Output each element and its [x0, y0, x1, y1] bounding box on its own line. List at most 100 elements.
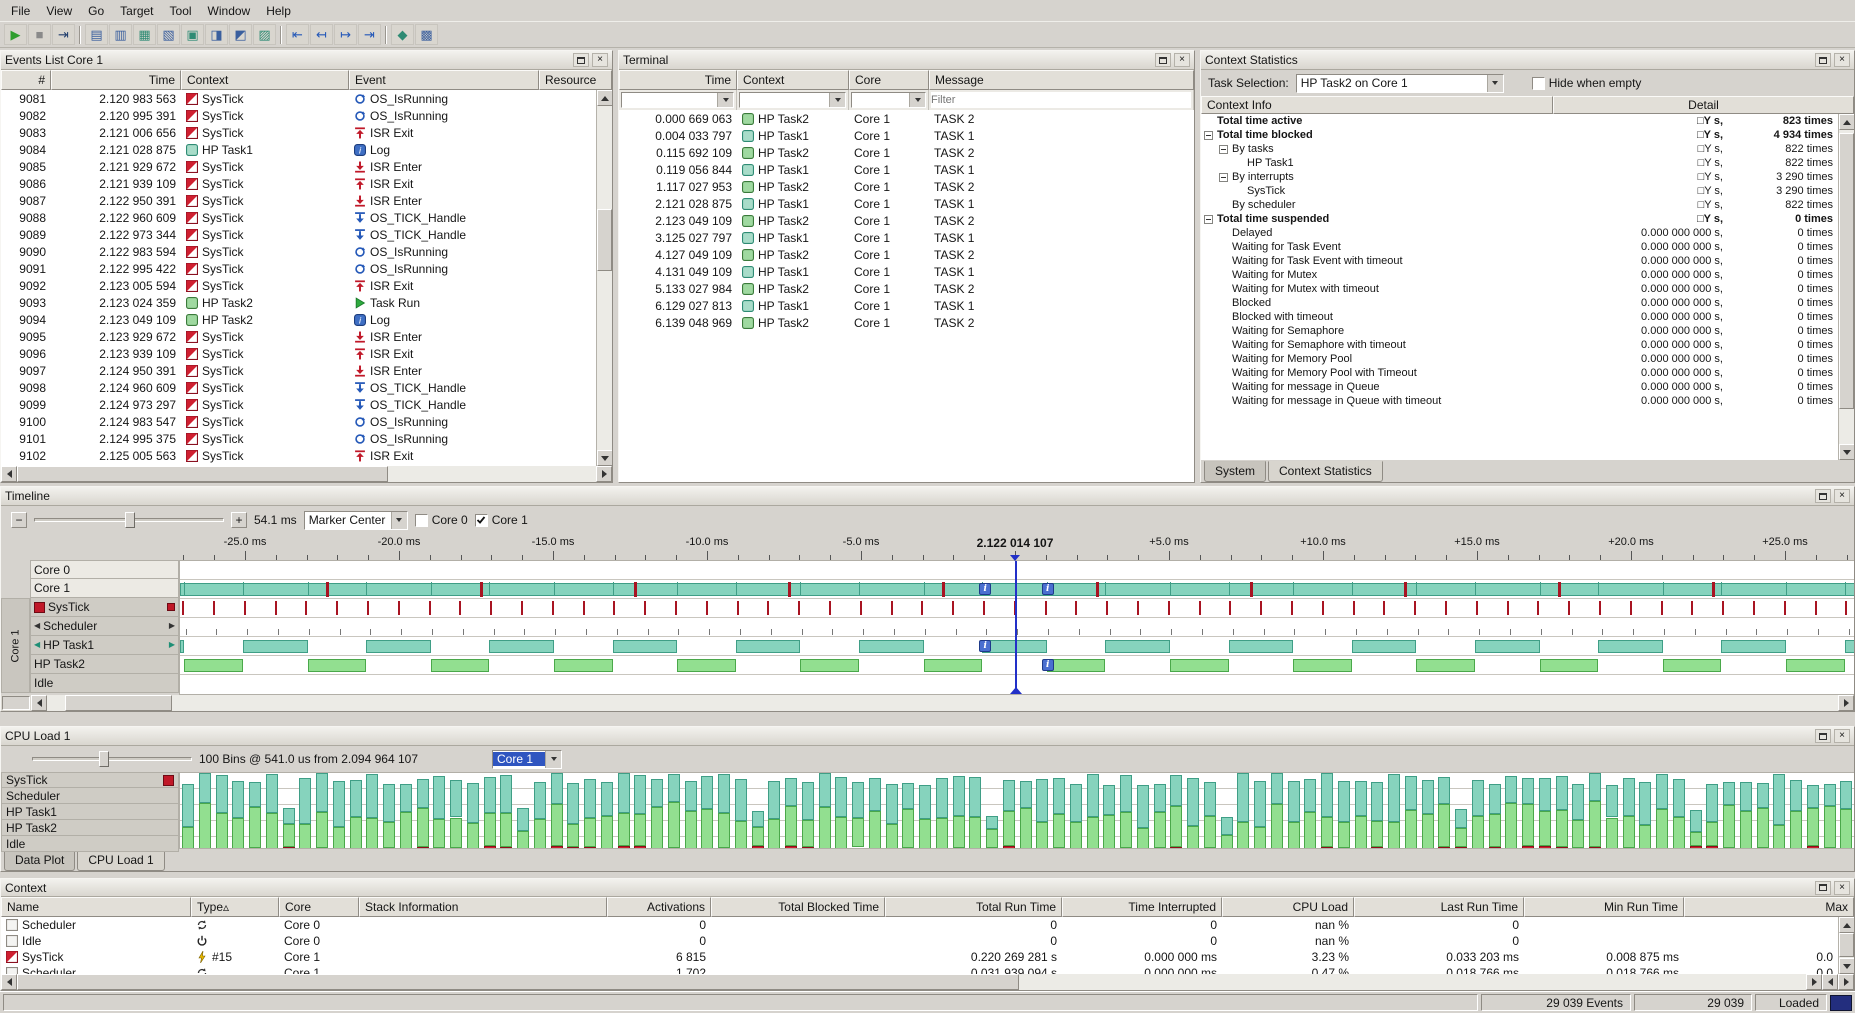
event-row[interactable]: 90902.122 983 594SysTickOS_IsRunning — [1, 243, 596, 260]
log-marker-icon[interactable]: i — [979, 583, 991, 595]
stats-row[interactable]: By scheduler□Y s,822 times — [1201, 198, 1838, 212]
context-col-total-blocked-time[interactable]: Total Blocked Time — [711, 897, 885, 917]
terminal-row[interactable]: 2.123 049 109HP Task2Core 1TASK 2 — [619, 212, 1194, 229]
collapse-icon[interactable] — [1219, 145, 1228, 154]
toolbar-stop-button[interactable]: ■ — [28, 24, 51, 45]
chevron-down-icon[interactable] — [717, 93, 733, 107]
scroll-track[interactable] — [47, 695, 1838, 711]
scroll-track[interactable] — [1839, 130, 1854, 444]
log-marker-icon[interactable]: i — [1042, 583, 1054, 595]
scroll-thumb[interactable] — [1839, 933, 1854, 957]
toolbar-doc-watch-button[interactable]: ▥ — [109, 24, 132, 45]
terminal-row[interactable]: 4.127 049 109HP Task2Core 1TASK 2 — [619, 246, 1194, 263]
context-col-last-run-time[interactable]: Last Run Time — [1354, 897, 1524, 917]
terminal-row[interactable]: 6.129 027 813HP Task1Core 1TASK 1 — [619, 297, 1194, 314]
slider-thumb[interactable] — [99, 751, 109, 767]
core1-checkbox[interactable]: Core 1 — [475, 513, 528, 527]
event-row[interactable]: 90962.123 939 109SysTickISR Exit — [1, 345, 596, 362]
filter-select[interactable] — [621, 92, 734, 108]
terminal-row[interactable]: 5.133 027 984HP Task2Core 1TASK 2 — [619, 280, 1194, 297]
event-row[interactable]: 90822.120 995 391SysTickOS_IsRunning — [1, 107, 596, 124]
toolbar-doc-coverage-button[interactable]: ▧ — [157, 24, 180, 45]
menu-item-window[interactable]: Window — [200, 1, 259, 21]
timeline-row-label-hp-task1[interactable]: ◀HP Task1▶ — [30, 636, 179, 655]
scroll-thumb[interactable] — [17, 466, 388, 482]
events-col-context[interactable]: Context — [181, 70, 349, 90]
task-selection-select[interactable]: HP Task2 on Core 1 — [1296, 74, 1504, 93]
checkbox-box[interactable] — [475, 514, 488, 527]
event-row[interactable]: 91022.125 005 563SysTickISR Exit — [1, 447, 596, 464]
timeline-chart[interactable]: iiii — [179, 560, 1854, 695]
toolbar-doc-profiler-button[interactable]: ▦ — [133, 24, 156, 45]
cpu-row-label-hp-task2[interactable]: HP Task2 — [1, 820, 179, 836]
terminal-row[interactable]: 0.119 056 844HP Task1Core 1TASK 1 — [619, 161, 1194, 178]
menu-item-help[interactable]: Help — [258, 1, 299, 21]
scroll-left-icon[interactable] — [31, 695, 47, 711]
stats-vertical-scrollbar[interactable] — [1838, 114, 1854, 460]
context-horizontal-scrollbar[interactable] — [1, 974, 1854, 990]
toolbar-grid-view-button[interactable]: ▩ — [415, 24, 438, 45]
menu-item-go[interactable]: Go — [80, 1, 112, 21]
context-row[interactable]: IdleCore 0000nan %0 — [1, 933, 1838, 949]
scroll-thumb[interactable] — [1839, 133, 1854, 409]
stats-row[interactable]: SysTick□Y s,3 290 times — [1201, 184, 1838, 198]
event-row[interactable]: 90932.123 024 359HP Task2Task Run — [1, 294, 596, 311]
chevron-down-icon[interactable] — [391, 512, 407, 529]
toolbar-next-event-button[interactable]: ↦ — [334, 24, 357, 45]
stats-row[interactable]: Waiting for Memory Pool with Timeout0.00… — [1201, 366, 1838, 380]
close-icon[interactable]: × — [1834, 881, 1850, 895]
checkbox-box[interactable] — [1532, 77, 1545, 90]
cpu-load-chart[interactable] — [179, 772, 1854, 849]
context-col-name[interactable]: Name — [1, 897, 191, 917]
scroll-down-icon[interactable] — [1839, 958, 1854, 974]
tab-cpu-load-1[interactable]: CPU Load 1 — [77, 850, 164, 871]
event-row[interactable]: 90892.122 973 344SysTickOS_TICK_Handle — [1, 226, 596, 243]
terminal-col-message[interactable]: Message — [929, 70, 1194, 90]
stats-row[interactable]: Total time suspended□Y s,0 times — [1201, 212, 1838, 226]
toolbar-doc-extra-button[interactable]: ▨ — [253, 24, 276, 45]
timeline-row-label-scheduler[interactable]: ◀Scheduler▶ — [30, 617, 179, 636]
scroll-up-icon[interactable] — [597, 90, 612, 106]
event-row[interactable]: 90842.121 028 875HP Task1iLog — [1, 141, 596, 158]
scroll-track[interactable] — [597, 106, 612, 450]
slider-thumb[interactable] — [125, 512, 135, 528]
scroll-up-icon[interactable] — [1839, 114, 1854, 130]
terminal-col-core[interactable]: Core — [849, 70, 929, 90]
event-row[interactable]: 90882.122 960 609SysTickOS_TICK_Handle — [1, 209, 596, 226]
prev-icon[interactable]: ◀ — [34, 622, 40, 630]
pane-prev-icon[interactable] — [1822, 974, 1838, 990]
terminal-col-context[interactable]: Context — [737, 70, 849, 90]
stats-row[interactable]: Waiting for Task Event0.000 000 000 s,0 … — [1201, 240, 1838, 254]
events-col-event[interactable]: Event — [349, 70, 539, 90]
timeline-row-label-core-1[interactable]: Core 1 — [30, 579, 179, 598]
terminal-row[interactable]: 0.000 669 063HP Task2Core 1TASK 2 — [619, 110, 1194, 127]
toolbar-run-button[interactable]: ▶ — [4, 24, 27, 45]
log-marker-icon[interactable]: i — [1042, 659, 1054, 671]
zoom-slider[interactable] — [34, 512, 224, 528]
stats-row[interactable]: Total time active□Y s,823 times — [1201, 114, 1838, 128]
menu-item-tool[interactable]: Tool — [162, 1, 200, 21]
toolbar-doc-ide-button[interactable]: ◩ — [229, 24, 252, 45]
event-row[interactable]: 90922.123 005 594SysTickISR Exit — [1, 277, 596, 294]
context-row[interactable]: SchedulerCore 0000nan %0 — [1, 917, 1838, 933]
scroll-left-icon[interactable] — [1, 466, 17, 482]
terminal-row[interactable]: 0.115 692 109HP Task2Core 1TASK 2 — [619, 144, 1194, 161]
dock-icon[interactable] — [1815, 53, 1831, 67]
event-row[interactable]: 90992.124 973 297SysTickOS_TICK_Handle — [1, 396, 596, 413]
stats-row[interactable]: Waiting for message in Queue0.000 000 00… — [1201, 380, 1838, 394]
context-col-type[interactable]: Type ▵ — [191, 897, 279, 917]
close-icon[interactable]: × — [1834, 729, 1850, 743]
context-row[interactable]: SysTick#15Core 16 8150.220 269 281 s0.00… — [1, 949, 1838, 965]
scroll-track[interactable] — [1839, 933, 1854, 958]
stats-row[interactable]: Waiting for Semaphore0.000 000 000 s,0 t… — [1201, 324, 1838, 338]
collapse-icon[interactable] — [1204, 215, 1213, 224]
terminal-row[interactable]: 2.121 028 875HP Task1Core 1TASK 1 — [619, 195, 1194, 212]
event-row[interactable]: 91002.124 983 547SysTickOS_IsRunning — [1, 413, 596, 430]
event-row[interactable]: 90852.121 929 672SysTickISR Enter — [1, 158, 596, 175]
scroll-down-icon[interactable] — [1839, 444, 1854, 460]
scroll-left-icon[interactable] — [1, 974, 17, 990]
prev-icon[interactable]: ◀ — [34, 641, 40, 649]
dock-icon[interactable] — [1155, 53, 1171, 67]
scroll-thumb[interactable] — [597, 209, 612, 271]
events-col-time[interactable]: Time — [51, 70, 181, 90]
